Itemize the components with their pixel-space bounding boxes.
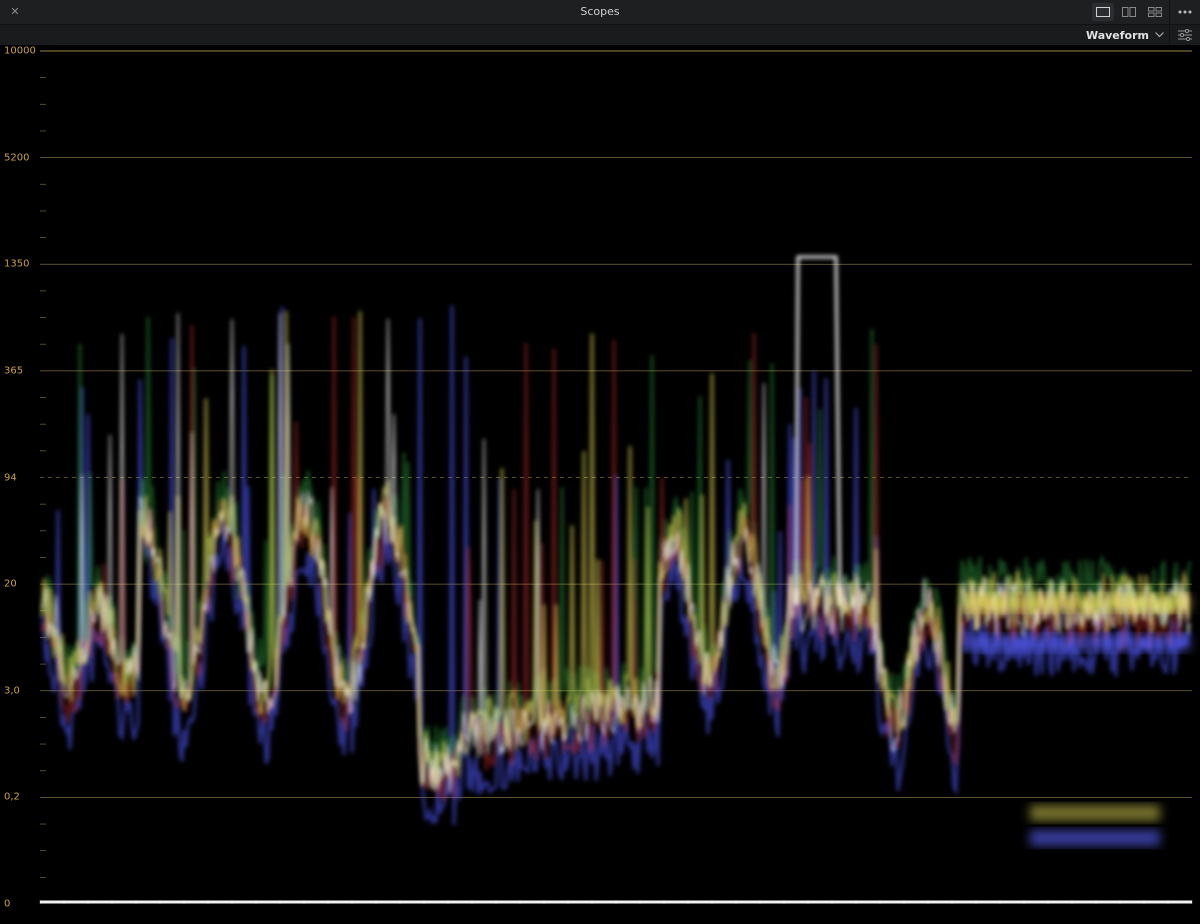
more-options-button[interactable]: [1169, 0, 1200, 24]
quad-view-icon: [1148, 7, 1162, 17]
scope-mode-label: Waveform: [1085, 28, 1149, 42]
waveform-band: [1030, 805, 1160, 821]
scale-label: 3,0: [4, 685, 20, 697]
scale-label: 365: [4, 365, 24, 377]
scale-label: 0: [4, 898, 11, 910]
scale-label: 1350: [4, 258, 30, 270]
waveform-band: [1030, 830, 1160, 846]
waveform-canvas: [39, 50, 1193, 904]
scale-label: 20: [4, 578, 17, 590]
scope-toolbar: Waveform: [0, 25, 1200, 45]
single-view-button[interactable]: [1092, 3, 1114, 21]
scale-label: 10000: [4, 45, 36, 57]
scope-mode-select[interactable]: Waveform: [1086, 25, 1164, 45]
quad-view-button[interactable]: [1144, 3, 1166, 21]
waveform-scope[interactable]: 10000 5200 1350 365 94 20 3,0 0,2 0: [0, 45, 1200, 924]
scope-settings-button[interactable]: [1169, 25, 1200, 45]
single-view-icon: [1096, 7, 1110, 17]
waveform-trace: [40, 255, 1192, 904]
dual-view-button[interactable]: [1118, 3, 1140, 21]
waveform-band: [965, 635, 1190, 651]
sliders-icon: [1178, 29, 1192, 41]
scale-label: 94: [4, 472, 17, 483]
layout-switcher: [1092, 0, 1166, 24]
dual-view-icon: [1122, 7, 1136, 17]
waveform-band: [965, 595, 1190, 611]
title-bar: ✕ Scopes: [0, 0, 1200, 25]
scale-label: 0,2: [4, 791, 20, 803]
more-options-icon: [1178, 10, 1192, 14]
chevron-down-icon: [1155, 32, 1164, 38]
window-title: Scopes: [580, 5, 620, 18]
scale-label: 5200: [4, 152, 30, 164]
